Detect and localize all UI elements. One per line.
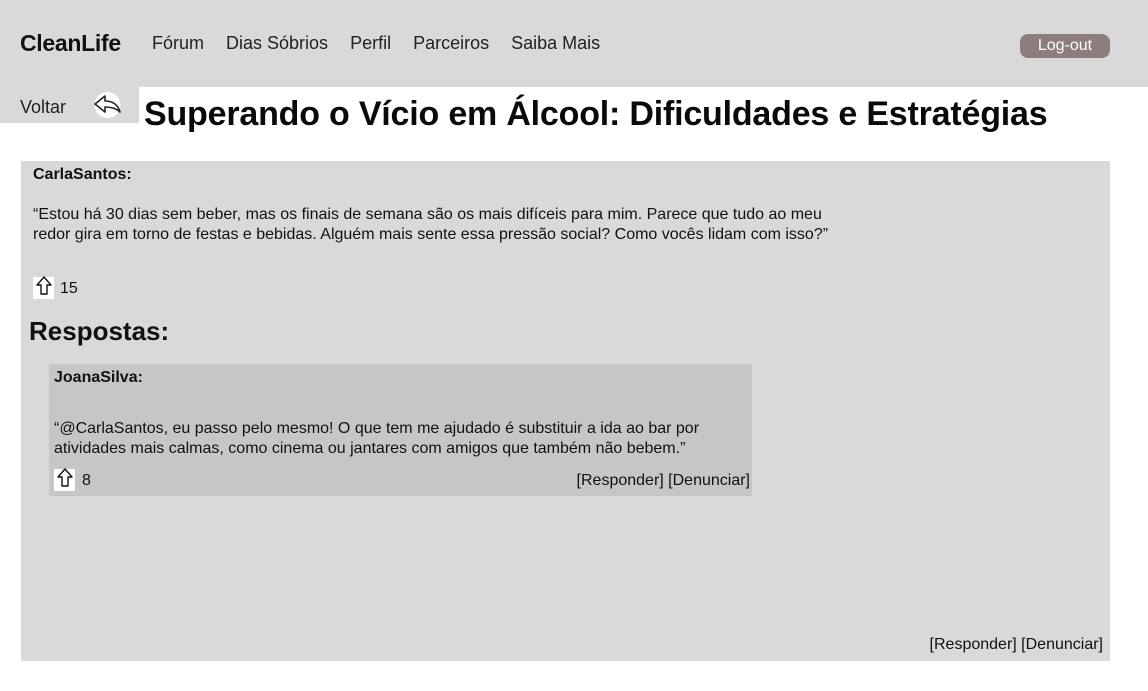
reply-upvote-count: 8 (82, 472, 91, 489)
reply-card: JoanaSilva: “@CarlaSantos, eu passo pelo… (49, 364, 752, 496)
nav-item-forum[interactable]: Fórum (152, 33, 204, 54)
post-report-link[interactable]: [Denunciar] (1021, 636, 1103, 653)
reply-report-link[interactable]: [Denunciar] (668, 472, 750, 489)
back-button[interactable]: Voltar (0, 87, 139, 123)
nav-item-saiba-mais[interactable]: Saiba Mais (511, 33, 600, 54)
page-title: Superando o Vício em Álcool: Dificuldade… (144, 95, 1048, 133)
answers-heading: Respostas: (29, 316, 170, 346)
upvote-count: 15 (60, 280, 78, 297)
brand-logo[interactable]: CleanLife (20, 30, 121, 57)
reply-actions: [Responder] [Denunciar] (577, 472, 750, 490)
arrow-up-icon (35, 276, 52, 300)
post-author[interactable]: CarlaSantos: (33, 166, 132, 184)
back-label: Voltar (20, 97, 67, 117)
nav-item-perfil[interactable]: Perfil (350, 33, 391, 54)
reply-text: “@CarlaSantos, eu passo pelo mesmo! O qu… (54, 420, 700, 457)
reply-upvote-button[interactable] (54, 468, 75, 492)
upvote-button[interactable] (33, 276, 54, 300)
main-nav: Fórum Dias Sóbrios Perfil Parceiros Saib… (152, 33, 622, 54)
arrow-up-icon (56, 468, 73, 492)
post-panel: CarlaSantos: “Estou há 30 dias sem beber… (21, 161, 1110, 661)
top-navigation-bar: CleanLife Fórum Dias Sóbrios Perfil Parc… (0, 0, 1148, 87)
post-text: “Estou há 30 dias sem beber, mas os fina… (33, 206, 829, 243)
nav-item-dias-sobrios[interactable]: Dias Sóbrios (226, 33, 328, 54)
reply-respond-link[interactable]: [Responder] (577, 472, 664, 489)
post-respond-link[interactable]: [Responder] (930, 636, 1017, 653)
reply-author[interactable]: JoanaSilva: (54, 369, 143, 387)
post-actions: [Responder] [Denunciar] (930, 636, 1103, 654)
logout-button[interactable]: Log-out (1020, 34, 1110, 58)
reply-arrow-icon (92, 91, 123, 119)
nav-item-parceiros[interactable]: Parceiros (413, 33, 489, 54)
